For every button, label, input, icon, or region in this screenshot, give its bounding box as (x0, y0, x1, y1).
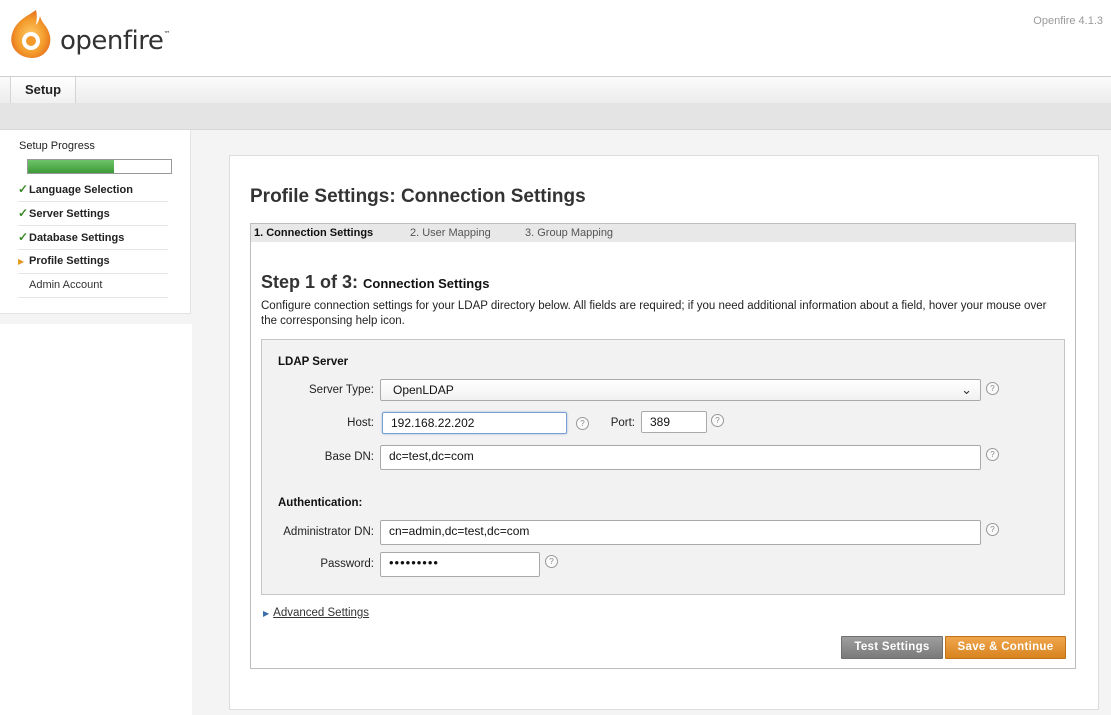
help-icon[interactable]: ? (545, 555, 558, 568)
chevron-down-icon: ⌄ (961, 382, 972, 397)
password-label: Password: (320, 558, 374, 570)
host-input[interactable]: 192.168.22.202 (382, 412, 567, 434)
app-header: openfire™ Openfire 4.1.3 (0, 0, 1111, 76)
openfire-logo-icon (11, 10, 51, 58)
version-label: Openfire 4.1.3 (1033, 15, 1103, 27)
help-icon[interactable]: ? (711, 414, 724, 427)
tab-setup[interactable]: Setup (10, 77, 76, 103)
ldap-server-heading: LDAP Server (278, 356, 349, 368)
check-icon: ✓ (18, 206, 29, 220)
expand-arrow-icon: ▶ (263, 609, 270, 618)
advanced-settings-toggle[interactable]: ▶ Advanced Settings (263, 607, 369, 619)
save-continue-button[interactable]: Save & Continue (945, 636, 1066, 659)
admin-dn-label: Administrator DN: (283, 526, 374, 538)
test-settings-button[interactable]: Test Settings (841, 636, 943, 659)
help-icon[interactable]: ? (986, 382, 999, 395)
setup-progress-bar (27, 159, 172, 174)
base-dn-input[interactable]: dc=test,dc=com (380, 445, 981, 470)
step-heading: Step 1 of 3: Connection Settings (261, 272, 490, 292)
help-icon[interactable]: ? (986, 448, 999, 461)
port-label: Port: (610, 417, 635, 429)
sidebar-item-admin-account: Admin Account (18, 274, 168, 298)
step-description: Configure connection settings for your L… (261, 300, 1047, 327)
sidebar-panel: Setup Progress ✓Language Selection ✓Serv… (0, 130, 191, 314)
sidebar-item-server-settings[interactable]: ✓Server Settings (18, 202, 168, 226)
sidebar-item-language-selection[interactable]: ✓Language Selection (18, 178, 168, 202)
check-icon: ✓ (18, 230, 29, 244)
main-tab-bar: Setup (0, 76, 1111, 104)
step-tab-connection-settings: 1. Connection Settings (254, 227, 374, 239)
setup-progress-fill (28, 160, 114, 173)
sidebar: Setup Progress ✓Language Selection ✓Serv… (0, 130, 196, 324)
help-icon[interactable]: ? (986, 523, 999, 536)
check-icon: ✓ (18, 182, 29, 196)
setup-progress-label: Setup Progress (19, 140, 95, 152)
page-title: Profile Settings: Connection Settings (250, 186, 586, 207)
admin-dn-input[interactable]: cn=admin,dc=test,dc=com (380, 520, 981, 545)
host-label: Host: (347, 417, 374, 429)
step-tabs: 1. Connection Settings 2. User Mapping 3… (250, 223, 1076, 243)
sidebar-item-profile-settings[interactable]: ▶ Profile Settings (18, 250, 168, 274)
sidebar-item-database-settings[interactable]: ✓Database Settings (18, 226, 168, 250)
server-type-label: Server Type: (309, 384, 374, 396)
sub-tab-bar (0, 103, 1111, 130)
authentication-heading: Authentication: (278, 497, 363, 509)
step-tab-user-mapping: 2. User Mapping (410, 227, 491, 239)
port-input[interactable]: 389 (641, 411, 707, 433)
brand-name: openfire™ (60, 26, 170, 56)
current-step-arrow-icon: ▶ (18, 257, 25, 266)
server-type-select[interactable]: OpenLDAP ⌄ (380, 379, 981, 401)
help-icon[interactable]: ? (576, 417, 589, 430)
password-input[interactable]: ••••••••• (380, 552, 540, 577)
step-tab-group-mapping: 3. Group Mapping (525, 227, 614, 239)
base-dn-label: Base DN: (324, 451, 374, 463)
